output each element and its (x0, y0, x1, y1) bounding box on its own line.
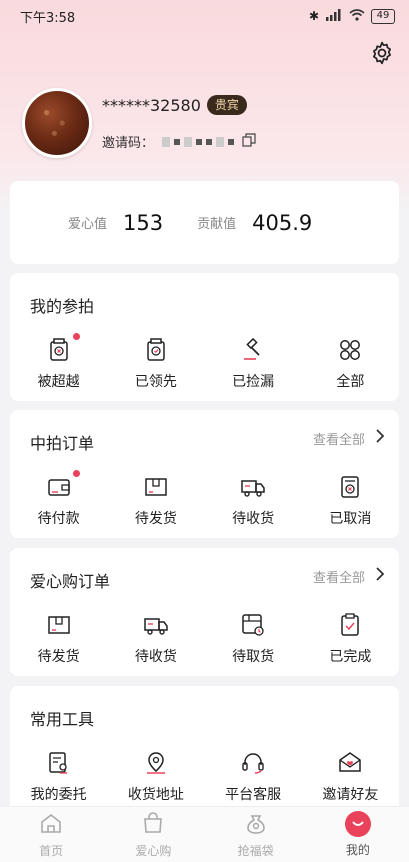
grid-item-label: 邀请好友 (322, 787, 379, 803)
chevron-right-icon (375, 566, 385, 586)
see-all-link[interactable]: 查看全部 (313, 566, 385, 586)
won-orders-card: 中拍订单 查看全部 待付款 待发货 待收货 已取消 (10, 410, 399, 538)
contribution-value: 405.9 (252, 210, 313, 235)
bid-bargain[interactable]: 已捡漏 (205, 337, 302, 391)
order-cancelled[interactable]: 已取消 (302, 474, 399, 528)
grid-item-label: 全部 (336, 374, 365, 390)
tool-customer-service[interactable]: 平台客服 (205, 750, 302, 804)
love-orders-card: 爱心购订单 查看全部 待发货 待收货 待取货 已完成 (10, 548, 399, 676)
nav-label: 抢福袋 (237, 843, 274, 858)
pickup-icon (240, 612, 266, 638)
invite-code-label: 邀请码： (102, 136, 155, 151)
auction-doc-icon (46, 333, 80, 363)
gavel-icon (240, 337, 266, 363)
contribution-label: 贡献值 (197, 217, 237, 232)
nav-lucky-bag[interactable]: 抢福袋 (205, 807, 307, 862)
wifi-icon (349, 8, 365, 24)
nav-label: 首页 (39, 843, 64, 858)
location-icon (143, 750, 169, 776)
username: ******32580 (102, 95, 201, 115)
bid-all[interactable]: 全部 (302, 337, 399, 391)
love-order-pending-receive[interactable]: 待收货 (107, 612, 204, 666)
entrust-icon (46, 750, 72, 776)
grid-item-label: 待付款 (37, 511, 80, 527)
order-pending-payment[interactable]: 待付款 (10, 470, 107, 528)
grid-item-label: 平台客服 (225, 787, 282, 803)
profile-icon (344, 811, 371, 837)
clipboard-check-icon (337, 612, 363, 638)
order-pending-receive[interactable]: 待收货 (205, 474, 302, 528)
invite-code-row: 邀请码： (102, 132, 256, 151)
nav-home[interactable]: 首页 (0, 807, 102, 862)
vip-badge: 贵宾 (206, 95, 247, 115)
truck-icon (143, 612, 169, 638)
avatar[interactable] (22, 88, 92, 158)
truck-icon (240, 474, 266, 500)
love-value: 153 (123, 210, 164, 235)
grid-icon (337, 337, 363, 363)
section-title: 我的参拍 (30, 297, 95, 316)
headset-icon (240, 750, 266, 776)
grid-item-label: 已领先 (134, 374, 177, 390)
bottom-nav: 首页 爱心购 抢福袋 我的 (0, 806, 409, 862)
section-title: 中拍订单 (30, 434, 95, 453)
signal-icon (325, 8, 343, 24)
bid-leading[interactable]: 已领先 (107, 337, 204, 391)
invite-mail-icon (337, 750, 363, 776)
battery-indicator: 49 (371, 8, 395, 24)
love-value-label: 爱心值 (68, 217, 108, 232)
auction-doc-icon (143, 337, 169, 363)
grid-item-label: 已捡漏 (232, 374, 275, 390)
notification-dot (72, 470, 80, 477)
status-icons: ✱ 49 (308, 8, 395, 24)
see-all-label: 查看全部 (312, 432, 365, 448)
invite-code-masked (162, 136, 235, 147)
section-title: 爱心购订单 (30, 572, 111, 591)
grid-item-label: 已取消 (329, 511, 372, 527)
box-icon (46, 612, 72, 638)
user-info: ******32580 贵宾 (102, 95, 247, 115)
grid-item-label: 待收货 (232, 511, 275, 527)
cancel-doc-icon (337, 474, 363, 500)
wallet-icon (46, 470, 80, 500)
tool-address[interactable]: 收货地址 (107, 750, 204, 804)
stats-card: 爱心值 153 贡献值 405.9 (10, 181, 399, 264)
nav-profile[interactable]: 我的 (307, 807, 409, 862)
box-icon (143, 474, 169, 500)
settings-gear-icon[interactable] (367, 38, 397, 68)
section-title: 常用工具 (30, 710, 95, 729)
status-bar: 下午3:58 ✱ 49 (0, 0, 409, 32)
grid-item-label: 已完成 (329, 649, 372, 665)
lucky-bag-icon (244, 811, 268, 838)
grid-item-label: 被超越 (37, 374, 80, 390)
my-bids-card: 我的参拍 被超越 已领先 已捡漏 全部 (10, 273, 399, 401)
love-order-pending-pickup[interactable]: 待取货 (205, 612, 302, 666)
notification-dot (72, 333, 80, 340)
grid-item-label: 我的委托 (30, 787, 87, 803)
home-icon (39, 811, 63, 838)
nav-label: 爱心购 (135, 843, 172, 858)
tool-invite-friends[interactable]: 邀请好友 (302, 750, 399, 804)
love-order-pending-ship[interactable]: 待发货 (10, 612, 107, 666)
nav-love-shop[interactable]: 爱心购 (102, 807, 204, 862)
chevron-right-icon (375, 428, 385, 448)
grid-item-label: 收货地址 (127, 787, 184, 803)
bluetooth-icon: ✱ (308, 9, 319, 23)
love-order-completed[interactable]: 已完成 (302, 612, 399, 666)
grid-item-label: 待发货 (134, 511, 177, 527)
grid-item-label: 待取货 (232, 649, 275, 665)
bid-outbid[interactable]: 被超越 (10, 333, 107, 391)
copy-icon[interactable] (242, 132, 256, 151)
nav-label: 我的 (345, 843, 370, 857)
grid-item-label: 待发货 (37, 649, 80, 665)
see-all-label: 查看全部 (312, 570, 365, 586)
tool-my-entrust[interactable]: 我的委托 (10, 750, 107, 804)
shopping-bag-icon (141, 811, 165, 838)
order-pending-ship[interactable]: 待发货 (107, 474, 204, 528)
tools-card: 常用工具 我的委托 收货地址 平台客服 邀请好友 (10, 686, 399, 816)
status-time: 下午3:58 (20, 10, 76, 26)
grid-item-label: 待收货 (134, 649, 177, 665)
see-all-link[interactable]: 查看全部 (313, 428, 385, 448)
